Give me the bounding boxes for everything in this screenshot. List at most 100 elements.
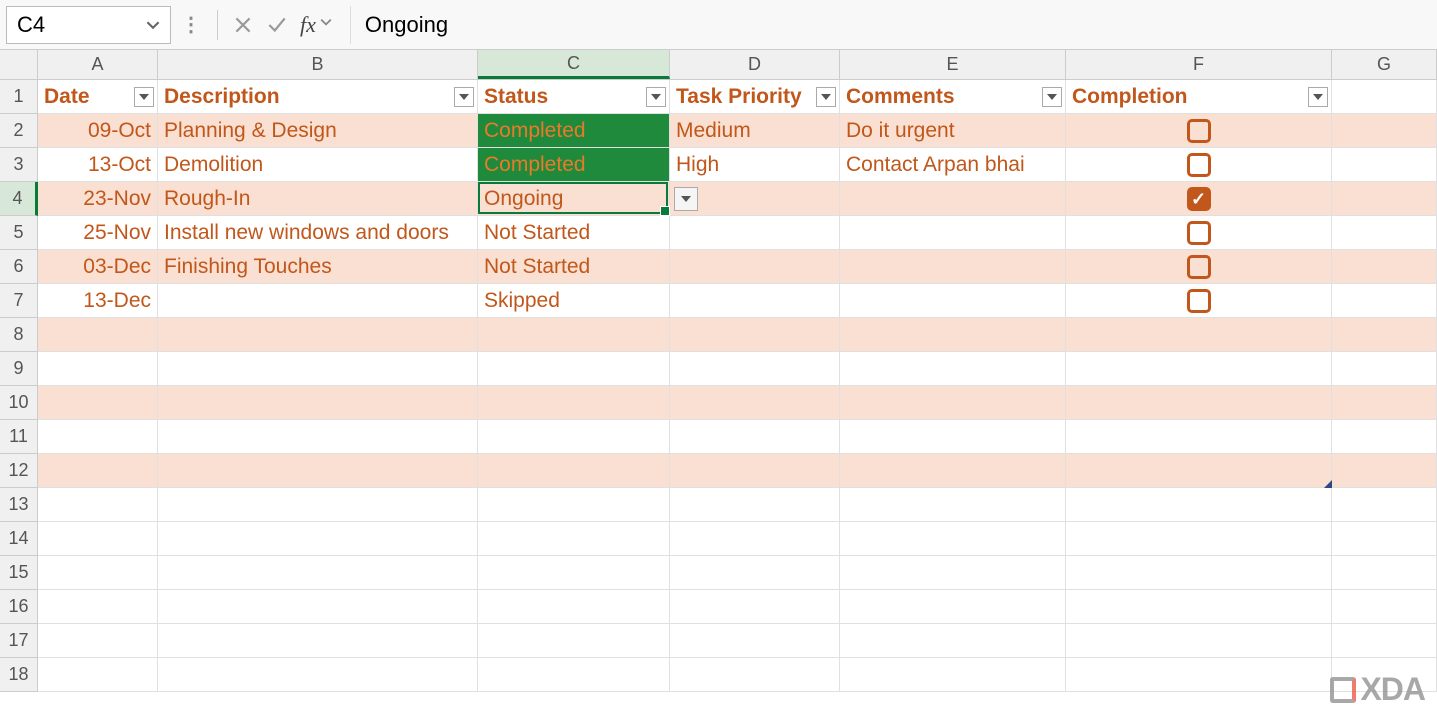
row-header-11[interactable]: 11 — [0, 420, 38, 454]
cell-date[interactable]: 23-Nov — [38, 182, 158, 216]
cell[interactable] — [1332, 590, 1437, 624]
cell[interactable] — [1066, 386, 1332, 420]
row-header-1[interactable]: 1 — [0, 80, 38, 114]
cell-priority[interactable]: Medium — [670, 114, 840, 148]
cell[interactable] — [158, 488, 478, 522]
cell[interactable] — [840, 624, 1066, 658]
completion-checkbox[interactable] — [1187, 255, 1211, 279]
cell[interactable] — [38, 658, 158, 692]
cell[interactable] — [1066, 658, 1332, 692]
cell[interactable] — [38, 454, 158, 488]
cell[interactable] — [478, 590, 670, 624]
cell[interactable] — [1066, 420, 1332, 454]
cells-area[interactable]: DateDescriptionStatusTask PriorityCommen… — [38, 80, 1437, 692]
cell-description[interactable]: Finishing Touches — [158, 250, 478, 284]
cell[interactable] — [478, 522, 670, 556]
cell[interactable] — [38, 590, 158, 624]
cell-date[interactable]: 09-Oct — [38, 114, 158, 148]
cell[interactable] — [478, 658, 670, 692]
cell-completion[interactable] — [1066, 250, 1332, 284]
row-header-5[interactable]: 5 — [0, 216, 38, 250]
row-header-2[interactable]: 2 — [0, 114, 38, 148]
filter-button[interactable] — [816, 87, 836, 107]
cell-date[interactable]: 13-Dec — [38, 284, 158, 318]
cell-priority[interactable] — [670, 250, 840, 284]
select-all-corner[interactable] — [0, 50, 38, 79]
cell-status[interactable]: Ongoing — [478, 182, 670, 216]
cell[interactable] — [1332, 284, 1437, 318]
cell-description[interactable]: Planning & Design — [158, 114, 478, 148]
cell[interactable] — [158, 420, 478, 454]
filter-button[interactable] — [646, 87, 666, 107]
cell-priority[interactable] — [670, 216, 840, 250]
cell[interactable] — [1066, 556, 1332, 590]
cell-description[interactable]: Rough-In — [158, 182, 478, 216]
cell[interactable] — [158, 454, 478, 488]
cell[interactable] — [840, 352, 1066, 386]
cell-completion[interactable] — [1066, 114, 1332, 148]
cell[interactable] — [478, 318, 670, 352]
cell[interactable] — [670, 420, 840, 454]
cell-completion[interactable] — [1066, 148, 1332, 182]
cell-completion[interactable] — [1066, 216, 1332, 250]
cell-description[interactable]: Install new windows and doors — [158, 216, 478, 250]
completion-checkbox[interactable] — [1187, 221, 1211, 245]
cell-date[interactable]: 03-Dec — [38, 250, 158, 284]
cell[interactable] — [1332, 148, 1437, 182]
col-header-C[interactable]: C — [478, 50, 670, 79]
name-box[interactable]: C4 — [6, 6, 171, 44]
cell[interactable] — [38, 488, 158, 522]
row-header-15[interactable]: 15 — [0, 556, 38, 590]
row-header-13[interactable]: 13 — [0, 488, 38, 522]
cell[interactable] — [478, 386, 670, 420]
cell[interactable] — [158, 318, 478, 352]
cancel-formula-button[interactable] — [228, 10, 258, 40]
completion-checkbox[interactable] — [1187, 153, 1211, 177]
header-comments[interactable]: Comments — [840, 80, 1066, 114]
cell-comments[interactable]: Contact Arpan bhai — [840, 148, 1066, 182]
cell[interactable] — [1066, 352, 1332, 386]
col-header-F[interactable]: F — [1066, 50, 1332, 79]
row-header-10[interactable]: 10 — [0, 386, 38, 420]
cell-status[interactable]: Completed — [478, 114, 670, 148]
cell[interactable] — [38, 522, 158, 556]
col-header-E[interactable]: E — [840, 50, 1066, 79]
cell[interactable] — [1332, 420, 1437, 454]
col-header-B[interactable]: B — [158, 50, 478, 79]
cell[interactable] — [670, 352, 840, 386]
cell[interactable] — [840, 454, 1066, 488]
cell[interactable] — [670, 386, 840, 420]
row-header-3[interactable]: 3 — [0, 148, 38, 182]
cell-dropdown-button[interactable] — [674, 187, 698, 211]
header-task-priority[interactable]: Task Priority — [670, 80, 840, 114]
row-header-14[interactable]: 14 — [0, 522, 38, 556]
cell[interactable] — [1332, 556, 1437, 590]
cell[interactable] — [38, 318, 158, 352]
header-status[interactable]: Status — [478, 80, 670, 114]
completion-checkbox[interactable] — [1187, 187, 1211, 211]
cell[interactable] — [670, 590, 840, 624]
cell[interactable] — [840, 420, 1066, 454]
col-header-D[interactable]: D — [670, 50, 840, 79]
cell[interactable] — [1066, 624, 1332, 658]
cell[interactable] — [1066, 454, 1332, 488]
cell-description[interactable] — [158, 284, 478, 318]
cell-comments[interactable] — [840, 284, 1066, 318]
cell[interactable] — [38, 624, 158, 658]
row-header-16[interactable]: 16 — [0, 590, 38, 624]
cell[interactable] — [670, 624, 840, 658]
formula-input[interactable] — [350, 6, 1431, 44]
menu-dots-icon[interactable]: ⋮ — [175, 12, 207, 37]
cell-status[interactable]: Not Started — [478, 250, 670, 284]
row-header-7[interactable]: 7 — [0, 284, 38, 318]
cell[interactable] — [670, 522, 840, 556]
cell-status[interactable]: Skipped — [478, 284, 670, 318]
row-header-8[interactable]: 8 — [0, 318, 38, 352]
header-date[interactable]: Date — [38, 80, 158, 114]
cell-priority[interactable] — [670, 284, 840, 318]
row-header-17[interactable]: 17 — [0, 624, 38, 658]
cell-status[interactable]: Completed — [478, 148, 670, 182]
cell[interactable] — [840, 658, 1066, 692]
cell[interactable] — [840, 488, 1066, 522]
cell[interactable] — [1066, 522, 1332, 556]
